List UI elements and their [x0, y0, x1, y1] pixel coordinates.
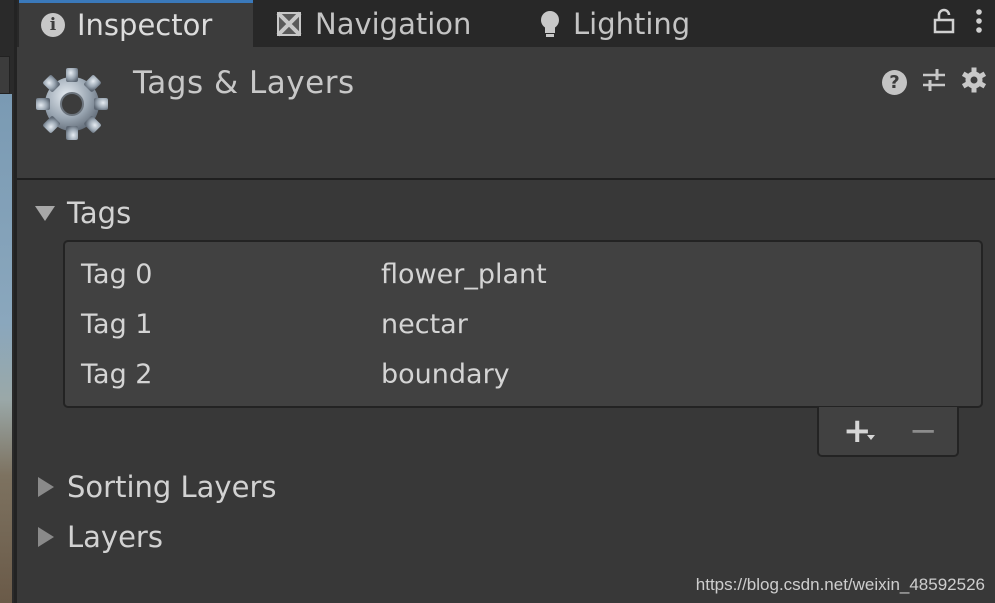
tag-value[interactable]: nectar: [381, 309, 468, 340]
lightbulb-icon: [539, 9, 561, 39]
list-item[interactable]: Tag 0 flower_plant: [81, 250, 547, 298]
collapsed-triangle-icon: [38, 527, 54, 547]
tab-label: Inspector: [77, 8, 213, 42]
navigation-icon: [275, 10, 303, 38]
foldout-label: Tags: [67, 196, 132, 230]
tag-label: Tag 1: [81, 308, 153, 340]
more-options-icon[interactable]: [975, 8, 983, 38]
scene-toolbar-button[interactable]: [0, 56, 10, 94]
chevron-down-icon: [867, 435, 875, 440]
tag-value[interactable]: flower_plant: [381, 259, 547, 290]
scene-view-edge: [0, 0, 14, 603]
presets-icon[interactable]: [921, 67, 947, 97]
add-tag-button[interactable]: +: [843, 411, 872, 451]
scene-preview: [0, 94, 12, 603]
foldout-tags[interactable]: Tags: [35, 196, 131, 230]
tab-bar: i Inspector Navigation Lighting: [17, 0, 995, 47]
inspector-header: Tags & Layers ?: [17, 47, 995, 180]
tag-label: Tag 0: [81, 258, 153, 290]
tag-label: Tag 2: [81, 358, 153, 390]
tab-label: Lighting: [573, 6, 691, 41]
foldout-label: Sorting Layers: [67, 470, 277, 504]
collapsed-triangle-icon: [38, 477, 54, 497]
tab-inspector[interactable]: i Inspector: [19, 0, 253, 47]
watermark: https://blog.csdn.net/weixin_48592526: [695, 575, 985, 594]
tab-navigation[interactable]: Navigation: [275, 0, 471, 47]
gear-icon: [36, 68, 108, 140]
foldout-layers[interactable]: Layers: [35, 520, 163, 554]
list-item[interactable]: Tag 1 nectar: [81, 300, 468, 348]
expanded-triangle-icon: [35, 205, 55, 221]
tag-list: Tag 0 flower_plant Tag 1 nectar Tag 2 bo…: [63, 240, 983, 408]
tags-layers-content: Tags Tag 0 flower_plant Tag 1 nectar Tag…: [17, 182, 995, 603]
list-item[interactable]: Tag 2 boundary: [81, 350, 510, 398]
list-footer: + −: [817, 407, 959, 457]
foldout-label: Layers: [67, 520, 163, 554]
info-icon: i: [41, 13, 65, 37]
lock-icon[interactable]: [933, 8, 955, 38]
remove-tag-button[interactable]: −: [909, 411, 938, 451]
page-title: Tags & Layers: [133, 65, 355, 101]
tab-lighting[interactable]: Lighting: [539, 0, 690, 47]
tag-value[interactable]: boundary: [381, 359, 510, 390]
tab-label: Navigation: [315, 6, 472, 41]
foldout-sorting-layers[interactable]: Sorting Layers: [35, 470, 276, 504]
help-icon[interactable]: ?: [882, 69, 907, 95]
settings-gear-icon[interactable]: [961, 67, 987, 97]
